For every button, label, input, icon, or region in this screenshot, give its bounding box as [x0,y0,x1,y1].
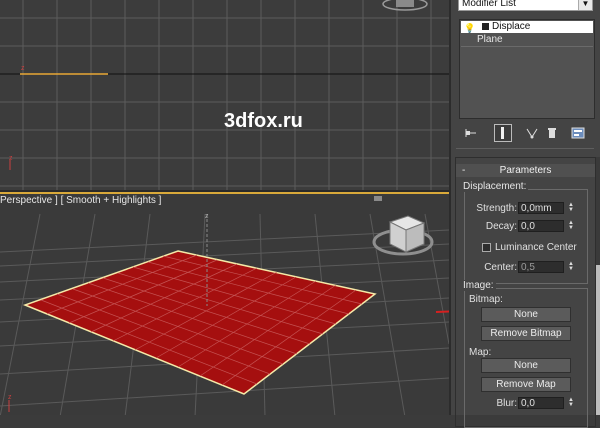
modifier-list-value: Modifier List [462,0,516,9]
blur-spinner-icon[interactable]: ▲ ▼ [567,397,575,410]
blur-field[interactable]: 0,0 [518,397,564,409]
top-viewport-grid: z z [0,0,449,190]
viewcube-icon[interactable] [380,0,430,14]
viewcube-icon [372,215,434,256]
top-viewport[interactable]: z z 3dfox.ru [0,0,449,190]
collapse-icon[interactable]: - [462,164,465,177]
stack-item-plane[interactable]: Plane [461,34,593,47]
show-end-result-icon[interactable] [494,124,512,142]
modifier-stack[interactable]: 💡 Displace Plane [459,19,595,119]
remove-bitmap-button[interactable]: Remove Bitmap [481,326,571,341]
svg-text:z: z [8,394,12,401]
blur-label: Blur: [496,398,517,409]
divider [456,148,594,149]
modify-panel: Modifier List ▼ 💡 Displace Plane - Param… [451,0,600,428]
viewport-label[interactable]: Perspective ] [ Smooth + Highlights ] [0,195,161,206]
watermark: 3dfox.ru [224,110,303,132]
center-field[interactable]: 0,5 [518,261,564,273]
modifier-list-dropdown[interactable]: Modifier List ▼ [458,0,593,11]
stack-toolbar [456,124,596,142]
decay-spinner-icon[interactable]: ▲ ▼ [567,220,575,233]
group-title: Image: [461,280,496,291]
image-group: Image: Bitmap: None Remove Bitmap Map: N… [461,280,588,428]
strength-label: Strength: [476,203,517,214]
group-title: Displacement: [461,181,529,192]
decay-label: Decay: [485,221,517,232]
make-unique-icon[interactable] [523,124,541,142]
stack-item-label: Displace [492,21,531,32]
luminance-center-checkbox[interactable] [482,243,491,252]
map-none-button[interactable]: None [481,358,571,373]
decay-field[interactable]: 0,0 [518,220,564,232]
luminance-center-label: Luminance Center [495,242,577,253]
parameters-rollout: - Parameters Displacement: Strength: 0,0… [455,157,596,428]
chevron-down-icon[interactable]: ▼ [578,0,592,10]
svg-text:z: z [205,213,209,220]
strength-field[interactable]: 0,0mm [518,202,564,214]
strength-spinner-icon[interactable]: ▲ ▼ [567,202,575,215]
pin-stack-icon[interactable] [462,124,480,142]
map-label: Map: [469,347,492,358]
center-label: Center: [484,262,517,273]
stack-item-displace[interactable]: 💡 Displace [461,21,593,33]
center-spinner-icon[interactable]: ▲ ▼ [567,261,575,274]
stack-item-label: Plane [477,34,503,45]
bitmap-none-button[interactable]: None [481,307,571,322]
remove-map-button[interactable]: Remove Map [481,377,571,392]
displacement-group: Displacement: Strength: 0,0mm ▲ ▼ Decay: … [461,181,588,284]
bitmap-label: Bitmap: [469,294,503,305]
lightbulb-icon[interactable]: 💡 [464,22,475,34]
panel-scrollbar-thumb[interactable] [596,265,600,415]
displaced-plane-object[interactable] [22,250,377,395]
svg-text:z: z [21,65,25,72]
expand-icon[interactable] [482,23,489,30]
configure-modifier-sets-icon[interactable] [569,124,587,142]
parameters-rollout-header[interactable]: - Parameters [456,164,595,177]
perspective-viewport[interactable]: z z Perspective ] [ Smooth + Highlights … [0,192,449,415]
rollout-title: Parameters [499,165,552,176]
perspective-grid: z z [0,196,449,415]
remove-modifier-icon[interactable] [543,124,561,142]
